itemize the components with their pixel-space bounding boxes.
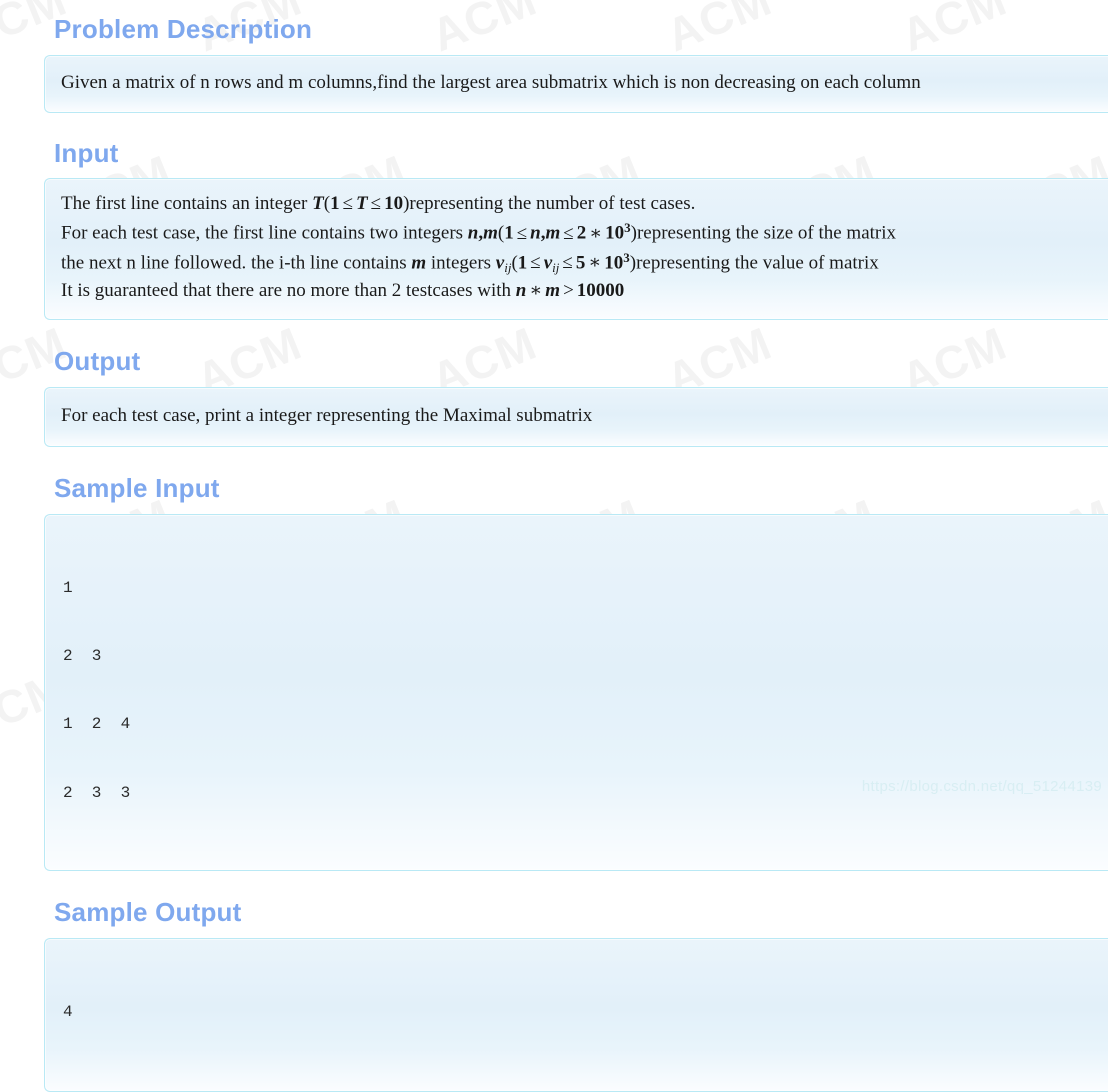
heading-sample-output: Sample Output [54,896,242,927]
heading-sample-input: Sample Input [54,472,220,503]
math-var-T: T [312,193,324,215]
section-input: Input The first line contains an integer… [0,113,1108,320]
math-times-1: ∗ [589,222,603,244]
input-line-3: the next n line followed. the i-th line … [61,248,1096,278]
math-var-m-2: m [545,222,561,244]
code-sample-output: 4 [63,956,1096,1070]
math-var-n-2: n [530,222,541,244]
text-output-spec: For each test case, print a integer repr… [61,404,593,426]
math-var-m: m [483,222,498,244]
panel-inner-sample-input: 1 2 3 1 2 4 2 3 3 [45,515,1108,870]
panel-sample-input: 1 2 3 1 2 4 2 3 3 [44,513,1108,871]
input-line-3-mid: integers [426,252,496,274]
panel-sample-output: 4 [44,937,1108,1092]
math-times-2: ∗ [588,252,602,274]
text-input-spec: The first line contains an integer T(1 ≤ T… [61,190,1096,305]
section-sample-output: Sample Output 4 [0,871,1108,1092]
section-problem-description: Problem Description Given a matrix of n … [0,0,1108,114]
math-le-1a: ≤ [342,193,354,215]
math-var-T-2: T [356,193,368,215]
math-one-3: 1 [517,252,528,274]
math-var-m-3: m [411,252,427,274]
panel-output: For each test case, print a integer repr… [44,386,1108,447]
math-le-3a: ≤ [530,252,541,274]
input-line-3-pre: the next n line followed. the i-th line … [61,252,412,274]
math-one-2: 1 [504,222,514,244]
math-one-1: 1 [330,193,340,215]
panel-inner-output: For each test case, print a integer repr… [45,388,1108,446]
input-line-1: The first line contains an integer T(1 ≤ T… [61,190,1096,218]
text-problem-description: Given a matrix of n rows and m columns,f… [61,72,921,93]
input-line-1-pre: The first line contains an integer [61,193,313,215]
input-line-1-post: representing the number of test cases. [409,193,696,215]
math-var-n: n [467,222,479,244]
input-line-4-pre: It is guaranteed that there are no more … [61,280,516,302]
heading-problem-description: Problem Description [54,14,313,44]
input-line-2-pre: For each test case, the first line conta… [61,222,468,244]
math-le-3b: ≤ [562,252,573,274]
math-ten-1: 10 [384,193,404,215]
math-five: 5 [575,252,586,274]
code-sample-input: 1 2 3 1 2 4 2 3 3 [63,532,1096,850]
input-line-2-post: representing the size of the matrix [636,222,897,244]
panel-input: The first line contains an integer T(1 ≤ T… [44,178,1108,320]
math-gt: > [563,280,574,302]
input-line-2: For each test case, the first line conta… [61,218,1096,248]
panel-inner-sample-output: 4 [45,939,1108,1092]
sample-input-line: 1 2 4 [63,715,131,734]
problem-statement-page: Problem Description Given a matrix of n … [0,0,1108,1092]
section-sample-input: Sample Input 1 2 3 1 2 4 2 3 3 [0,447,1108,871]
section-output: Output For each test case, print a integ… [0,320,1108,447]
panel-inner-input: The first line contains an integer T(1 ≤ T… [45,179,1108,318]
input-line-4: It is guaranteed that there are no more … [61,277,1096,305]
math-var-v-2: v [543,252,553,274]
math-le-2a: ≤ [516,222,528,244]
panel-problem-description: Given a matrix of n rows and m columns,f… [44,55,1108,114]
sample-input-line: 2 3 [63,647,102,666]
math-var-v: v [495,252,505,274]
math-two: 2 [576,222,587,244]
input-line-3-post: representing the value of matrix [636,252,879,274]
math-ten-3: 10 [604,252,624,274]
heading-output: Output [54,345,141,376]
sample-input-line: 1 [63,579,73,598]
math-le-2b: ≤ [563,222,574,244]
math-le-1b: ≤ [370,193,382,215]
panel-inner-problem-description: Given a matrix of n rows and m columns,f… [45,56,1108,112]
sample-input-line: 2 3 3 [63,783,131,802]
math-var-n-4: n [515,280,527,302]
heading-input: Input [54,138,119,169]
math-var-m-4: m [545,280,561,302]
math-value-10000: 10000 [576,280,625,302]
math-ten-2: 10 [605,222,625,244]
math-times-3: ∗ [529,280,543,302]
sample-output-line: 4 [63,1003,73,1022]
